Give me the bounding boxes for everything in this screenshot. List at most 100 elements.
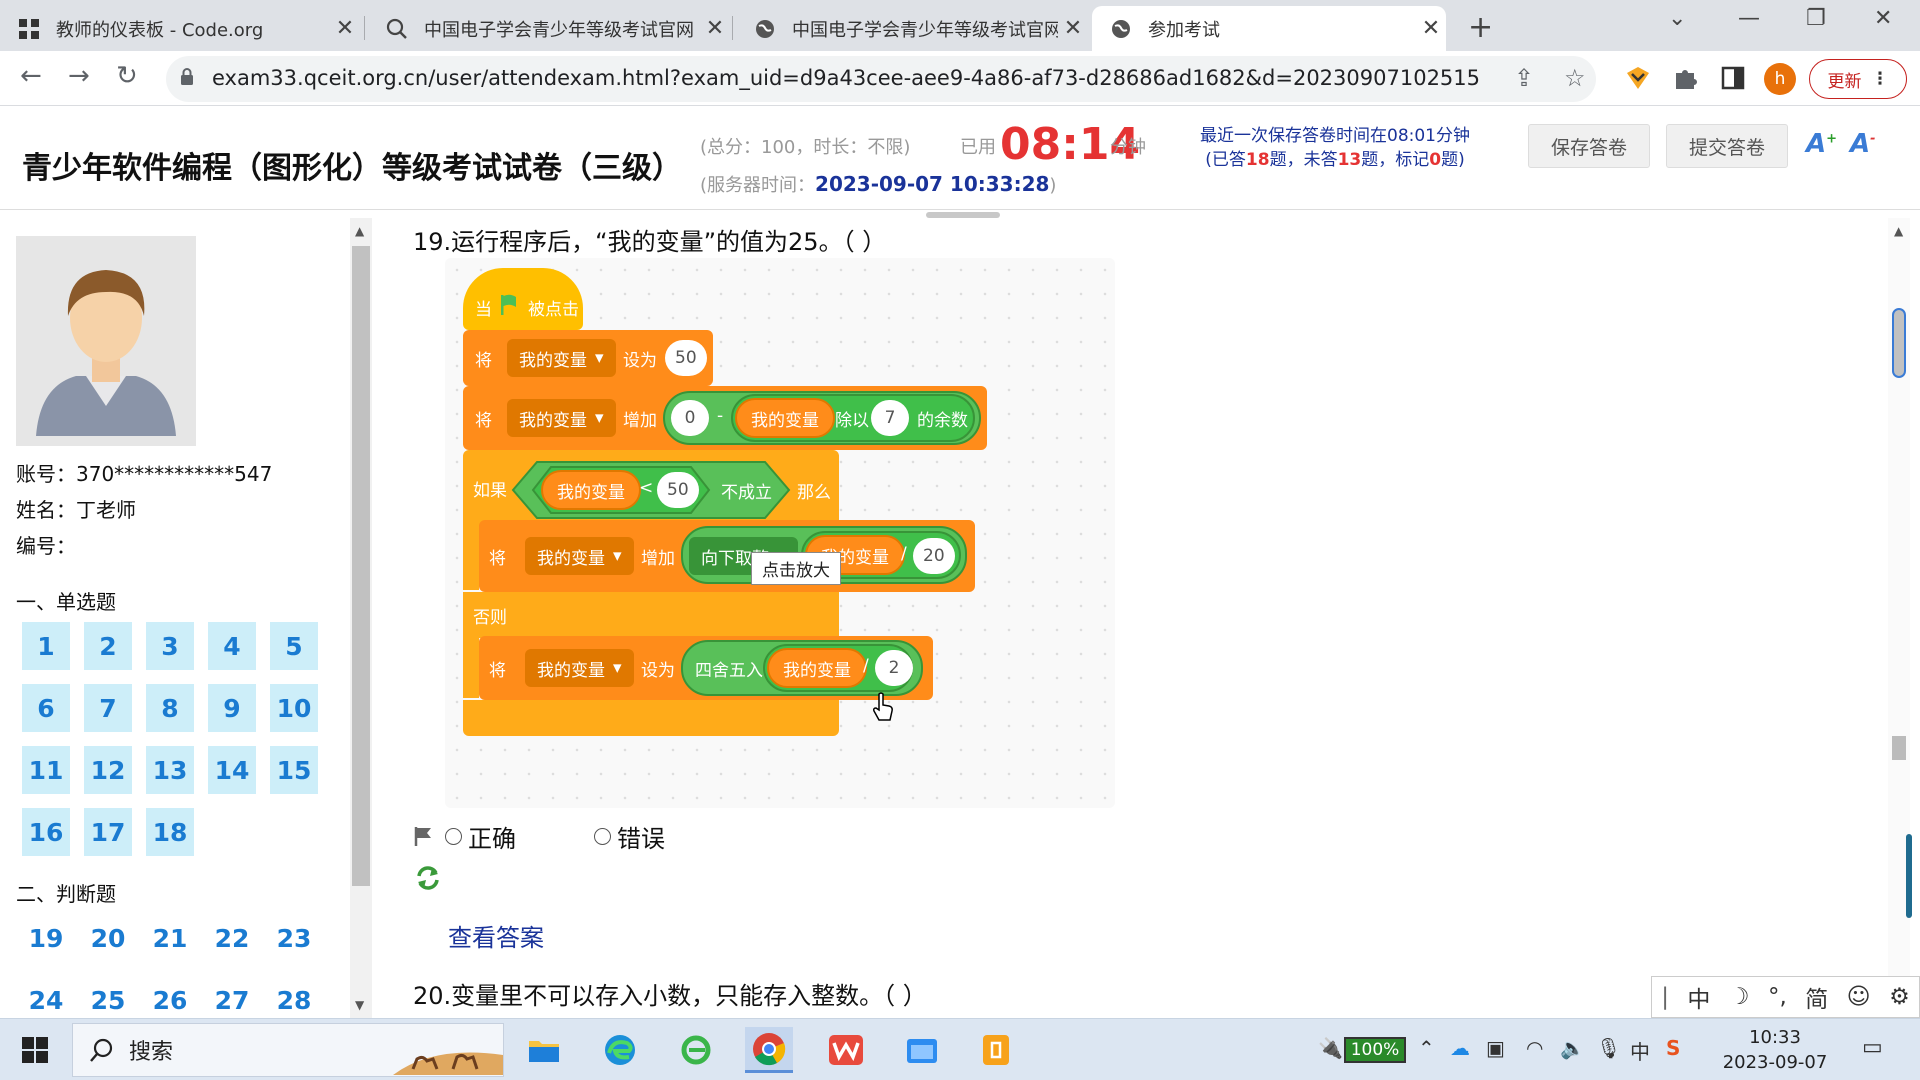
tab-qceit-2[interactable]: 中国电子学会青少年等级考试官网 ✕ [736, 6, 1088, 51]
ime-simplified[interactable]: 简 [1805, 980, 1828, 1014]
question-nav-10[interactable]: 10 [270, 684, 318, 732]
file-explorer-icon[interactable] [520, 1027, 568, 1073]
windows-start-icon[interactable] [22, 1037, 48, 1063]
question-nav-8[interactable]: 8 [146, 684, 194, 732]
emoji-icon[interactable]: ☺ [1847, 984, 1871, 1010]
scroll-up-arrow-icon[interactable]: ▲ [355, 224, 364, 238]
extension-badge-icon[interactable] [1625, 65, 1651, 91]
question-nav-15[interactable]: 15 [270, 746, 318, 794]
punctuation-icon[interactable]: °, [1768, 984, 1787, 1010]
view-answer-link[interactable]: 查看答案 [448, 918, 544, 953]
address-bar[interactable]: exam33.qceit.org.cn/user/attendexam.html… [166, 56, 1596, 102]
question-nav-3[interactable]: 3 [146, 622, 194, 670]
question-nav-26[interactable]: 26 [146, 976, 194, 1018]
edge-browser-icon[interactable] [596, 1027, 644, 1073]
account-number: 账号：370************547 [16, 462, 273, 486]
question-nav-16[interactable]: 16 [22, 808, 70, 856]
question-nav-28[interactable]: 28 [270, 976, 318, 1018]
question-nav-11[interactable]: 11 [22, 746, 70, 794]
question-nav-24[interactable]: 24 [22, 976, 70, 1018]
forward-arrow-icon[interactable]: → [68, 61, 90, 91]
battery-indicator[interactable]: 100% [1344, 1037, 1406, 1063]
bookmark-star-icon[interactable]: ☆ [1564, 64, 1586, 92]
taskbar-search[interactable]: 搜索 [72, 1023, 504, 1077]
question-nav-6[interactable]: 6 [22, 684, 70, 732]
question-nav-7[interactable]: 7 [84, 684, 132, 732]
tab-qceit-1[interactable]: 中国电子学会青少年等级考试官网 ✕ [368, 6, 730, 51]
share-icon[interactable]: ⇪ [1514, 64, 1534, 92]
submit-answers-button[interactable]: 提交答卷 [1666, 124, 1788, 168]
tab-search-chevron-icon[interactable]: ⌄ [1668, 6, 1686, 31]
mark-flag-icon[interactable] [413, 825, 435, 847]
display-icon[interactable]: ▣ [1486, 1036, 1505, 1060]
question-nav-22[interactable]: 22 [208, 914, 256, 962]
scroll-up-arrow-icon[interactable]: ▲ [1894, 224, 1903, 238]
question-nav-17[interactable]: 17 [84, 808, 132, 856]
tab-attend-exam[interactable]: 参加考试 ✕ [1092, 6, 1446, 51]
back-arrow-icon[interactable]: ← [20, 61, 42, 91]
close-tab-icon[interactable]: ✕ [330, 16, 360, 41]
ime-chinese-mode[interactable]: 中 [1687, 980, 1710, 1014]
clipboard-app-icon[interactable] [972, 1027, 1020, 1073]
power-plug-icon[interactable]: 🔌 [1318, 1036, 1343, 1060]
question-nav-19[interactable]: 19 [22, 914, 70, 962]
chrome-browser-icon[interactable] [745, 1027, 793, 1073]
close-tab-icon[interactable]: ✕ [700, 16, 730, 41]
reload-icon[interactable]: ↻ [116, 61, 138, 91]
main-scrollbar-thumb[interactable] [1892, 308, 1906, 378]
sogou-ime-icon[interactable]: S [1666, 1036, 1680, 1060]
moon-icon[interactable]: ☽ [1729, 984, 1750, 1010]
question-nav-4[interactable]: 4 [208, 622, 256, 670]
radio-correct[interactable] [445, 827, 462, 845]
save-answers-button[interactable]: 保存答卷 [1528, 124, 1650, 168]
scratch-code-image[interactable]: 当 被点击 将 我的变量 ▾ 设为 50 将 我的变量 ▾ 增加 0 - 我的变量 … [445, 258, 1115, 808]
chevron-up-icon[interactable]: ⌃ [1418, 1036, 1435, 1060]
option-correct[interactable]: 正确 [445, 819, 516, 854]
font-decrease-icon[interactable]: A- [1850, 129, 1876, 159]
question-nav-18[interactable]: 18 [146, 808, 194, 856]
question-nav-23[interactable]: 23 [270, 914, 318, 962]
folder-app-icon[interactable] [898, 1027, 946, 1073]
taskbar-clock[interactable]: 10:33 2023-09-07 [1700, 1025, 1850, 1075]
question-nav-14[interactable]: 14 [208, 746, 256, 794]
option-wrong[interactable]: 错误 [594, 819, 665, 854]
question-nav-20[interactable]: 20 [84, 914, 132, 962]
question-nav-9[interactable]: 9 [208, 684, 256, 732]
scroll-down-arrow-icon[interactable]: ▼ [355, 998, 364, 1012]
font-increase-icon[interactable]: A+ [1806, 129, 1837, 159]
side-widget-tab[interactable] [1906, 834, 1912, 918]
question-nav-25[interactable]: 25 [84, 976, 132, 1018]
close-window-button[interactable]: ✕ [1874, 6, 1892, 31]
profile-avatar[interactable]: h [1764, 63, 1796, 95]
wps-office-icon[interactable] [822, 1027, 870, 1073]
update-button[interactable]: 更新 ⋮ [1809, 59, 1907, 99]
puzzle-extensions-icon[interactable] [1672, 65, 1698, 91]
microphone-icon[interactable]: 🎙 [1596, 1036, 1621, 1060]
ime-drag-handle[interactable]: | [1661, 984, 1669, 1010]
notification-icon[interactable]: ▭ [1862, 1035, 1883, 1060]
close-tab-icon[interactable]: ✕ [1416, 16, 1446, 41]
question-nav-2[interactable]: 2 [84, 622, 132, 670]
settings-gear-icon[interactable]: ⚙ [1889, 984, 1910, 1010]
close-tab-icon[interactable]: ✕ [1058, 16, 1088, 41]
main-scrollbar[interactable]: ▲ [1888, 218, 1912, 1018]
question-nav-1[interactable]: 1 [22, 622, 70, 670]
left-scrollbar-thumb[interactable] [352, 246, 370, 886]
question-nav-13[interactable]: 13 [146, 746, 194, 794]
restore-button[interactable]: ❐ [1806, 6, 1826, 31]
question-nav-27[interactable]: 27 [208, 976, 256, 1018]
question-nav-12[interactable]: 12 [84, 746, 132, 794]
side-panel-icon[interactable] [1720, 65, 1746, 91]
reset-answer-icon[interactable] [415, 866, 441, 890]
question-nav-21[interactable]: 21 [146, 914, 194, 962]
tab-code-org[interactable]: 教师的仪表板 - Code.org ✕ [0, 6, 360, 51]
wifi-icon[interactable]: ◠ [1526, 1036, 1543, 1060]
cloud-sync-icon[interactable]: ☁ [1450, 1036, 1470, 1060]
new-tab-button[interactable]: + [1468, 10, 1493, 45]
minimize-button[interactable]: — [1738, 6, 1760, 31]
question-nav-5[interactable]: 5 [270, 622, 318, 670]
ie-browser-icon[interactable] [672, 1027, 720, 1073]
volume-icon[interactable]: 🔈 [1560, 1036, 1585, 1060]
radio-wrong[interactable] [594, 827, 611, 845]
ime-tray-indicator[interactable]: 中 [1630, 1036, 1650, 1065]
